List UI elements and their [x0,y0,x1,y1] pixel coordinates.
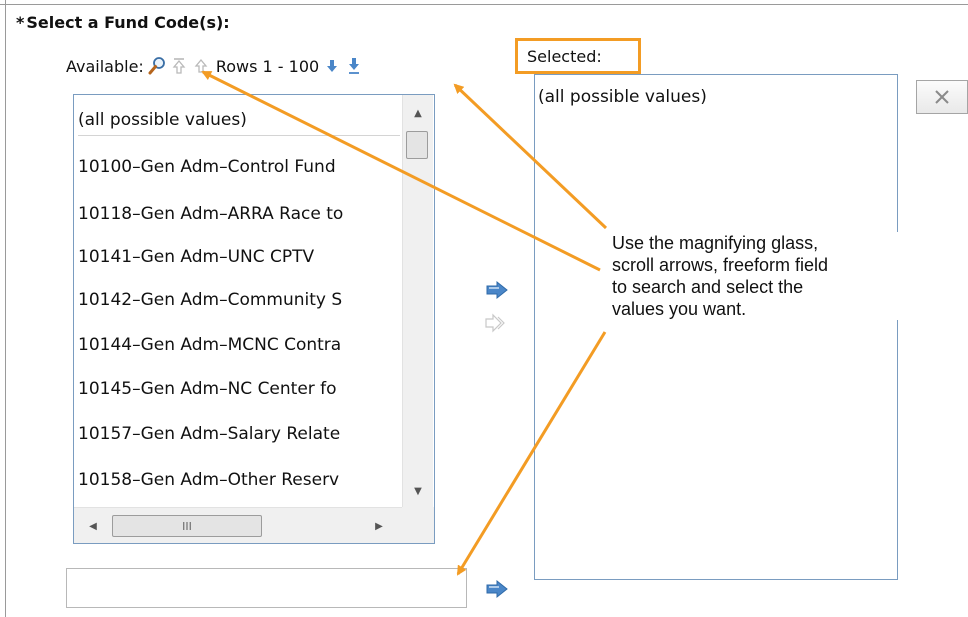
remove-selected-button[interactable] [916,80,968,114]
right-arrow-icon [486,280,508,300]
list-item[interactable]: 10157–Gen Adm–Salary Relate [78,419,400,449]
prompt-title: Select a Fund Code(s): [26,13,230,32]
vertical-scrollbar[interactable]: ▲ ▼ [402,95,433,507]
list-item[interactable]: 10145–Gen Adm–NC Center fo [78,374,400,404]
selected-label: Selected: [527,47,602,66]
scroll-left-icon[interactable]: ◀ [78,508,108,543]
scroll-up-icon[interactable]: ▲ [403,101,433,125]
list-item[interactable]: (all possible values) [78,105,400,136]
scroll-grip: III [182,519,192,533]
vertical-scroll-thumb[interactable] [406,131,428,159]
list-item[interactable]: 10158–Gen Adm–Other Reserv [78,465,400,495]
list-item[interactable]: 10141–Gen Adm–UNC CPTV [78,242,400,272]
previous-page-arrow-icon[interactable] [192,56,210,76]
magnifying-glass-icon[interactable] [148,56,166,76]
list-item[interactable]: 10118–Gen Adm–ARRA Race to [78,199,400,229]
top-frame-border [0,4,968,5]
right-arrow-icon [486,579,508,599]
add-typed-value-button[interactable] [484,578,510,600]
selected-list-item[interactable]: (all possible values) [538,87,707,107]
rows-range-text: Rows 1 - 100 [215,56,320,76]
next-page-arrow-icon[interactable] [323,56,341,76]
scroll-right-icon[interactable]: ▶ [364,508,394,543]
add-selected-button[interactable] [484,279,510,301]
required-marker: * [16,13,25,32]
annotation-callout: Use the magnifying glass, scroll arrows,… [612,232,912,320]
prompt-heading: * Select a Fund Code(s): [16,13,230,32]
scroll-down-icon[interactable]: ▼ [403,479,433,503]
last-page-arrow-icon[interactable] [345,56,363,76]
first-page-arrow-icon[interactable] [170,56,188,76]
list-item[interactable]: 10144–Gen Adm–MCNC Contra [78,330,400,360]
search-input[interactable] [66,568,467,608]
add-all-button[interactable] [484,312,510,334]
list-item[interactable]: 10100–Gen Adm–Control Fund [78,152,400,182]
list-item[interactable]: 10142–Gen Adm–Community S [78,285,400,315]
horizontal-scrollbar[interactable]: ◀ III ▶ [74,507,402,543]
close-icon [935,90,949,104]
double-right-arrow-icon [485,313,505,333]
available-toolbar: Available: Rows 1 - 100 [66,53,363,79]
scrollbar-corner [402,507,434,543]
horizontal-scroll-thumb[interactable]: III [112,515,262,537]
selected-label-highlight: Selected: [515,38,641,74]
selected-list[interactable]: (all possible values) [534,74,898,580]
fund-code-prompt: * Select a Fund Code(s): Available: Rows … [0,0,968,617]
available-list[interactable]: (all possible values) 10100–Gen Adm–Cont… [73,94,435,544]
left-frame-border [5,0,6,617]
available-label: Available: [66,56,144,76]
